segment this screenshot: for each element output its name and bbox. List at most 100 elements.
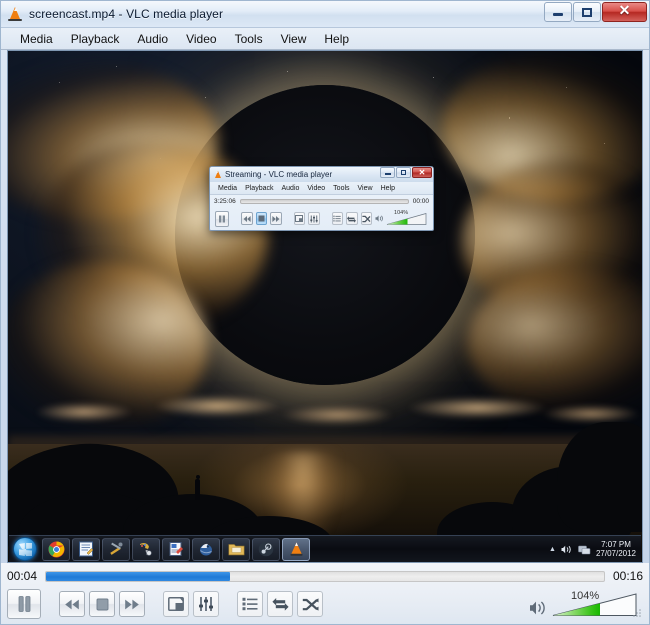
stop-button[interactable] [89,591,115,617]
menu-audio[interactable]: Audio [128,30,177,48]
inner-menubar: Media Playback Audio Video Tools View He… [210,182,433,195]
menu-playback[interactable]: Playback [62,30,129,48]
restore-button[interactable] [573,2,601,22]
loop-icon [272,597,289,612]
pause-button[interactable] [7,589,41,619]
inner-menu-playback[interactable]: Playback [241,185,277,192]
vlc-cone-icon [7,6,23,22]
elapsed-time[interactable]: 00:04 [7,569,37,583]
equalizer-icon [198,596,214,612]
inner-minimize-button[interactable] [380,167,395,178]
fullscreen-icon [168,597,184,611]
pause-icon [218,215,226,223]
previous-icon [64,599,80,610]
menu-video[interactable]: Video [177,30,225,48]
inner-seek-slider[interactable] [240,199,409,204]
steam-icon [258,541,274,557]
taskbar-item-chrome[interactable] [42,538,70,561]
speaker-icon[interactable] [529,599,547,617]
stop-icon [258,215,265,222]
inner-previous-button[interactable] [241,212,252,225]
playlist-icon [242,597,258,611]
minimize-icon [553,13,563,16]
random-button[interactable] [297,591,323,617]
paint-icon [138,541,154,557]
explorer-icon [228,542,245,556]
inner-restore-button[interactable] [396,167,411,178]
resize-grip-icon[interactable] [633,608,642,617]
inner-playlist-button[interactable] [332,212,343,225]
menu-help[interactable]: Help [315,30,358,48]
inner-extended-settings-button[interactable] [308,212,319,225]
menu-tools[interactable]: Tools [226,30,272,48]
speaker-icon[interactable] [375,214,384,223]
minimize-icon [385,173,391,175]
volume-percent-label: 104% [571,590,599,602]
taskbar-item-paint[interactable] [132,538,160,561]
tray-date: 27/07/2012 [596,549,636,558]
shuffle-icon [362,215,371,223]
seek-slider[interactable] [45,571,605,582]
inner-volume-control[interactable]: 104% [375,212,428,226]
inner-fullscreen-button[interactable] [294,212,305,225]
inner-window-title: Streaming - VLC media player [225,170,332,179]
inner-menu-audio[interactable]: Audio [277,185,303,192]
inner-window-controls: ✕ [380,167,432,178]
minimize-button[interactable] [544,2,572,22]
editor-icon [168,541,184,557]
tray-speaker-icon[interactable] [561,544,573,555]
inner-close-button[interactable]: ✕ [412,167,432,178]
inner-elapsed-time[interactable]: 3:25:06 [214,198,236,205]
tools-icon [108,541,124,557]
show-hidden-icons-button[interactable]: ▲ [549,546,556,553]
inner-menu-view[interactable]: View [354,185,377,192]
taskbar-item-thunderbird[interactable] [192,538,220,561]
previous-button[interactable] [59,591,85,617]
window-title: screencast.mp4 - VLC media player [29,7,223,21]
taskbar-item-editor[interactable] [162,538,190,561]
volume-control[interactable]: 104% [529,590,643,618]
next-button[interactable] [119,591,145,617]
taskbar-item-steam[interactable] [252,538,280,561]
inner-vlc-window[interactable]: Streaming - VLC media player ✕ Media Pla… [209,166,434,231]
inner-loop-button[interactable] [346,212,357,225]
inner-stop-button[interactable] [256,212,267,225]
taskbar-item-tools[interactable] [102,538,130,561]
inner-volume-percent: 104% [394,210,408,216]
vlc-main-window: screencast.mp4 - VLC media player ✕ Medi… [0,0,650,625]
fullscreen-button[interactable] [163,591,189,617]
video-display[interactable]: Streaming - VLC media player ✕ Media Pla… [7,50,643,563]
inner-menu-video[interactable]: Video [303,185,329,192]
close-button[interactable]: ✕ [602,2,647,22]
inner-volume-slider[interactable]: 104% [386,212,428,226]
seek-row: 00:04 00:16 [7,566,643,586]
close-icon: ✕ [419,169,426,177]
inner-controls-row: 104% [210,207,433,230]
loop-button[interactable] [267,591,293,617]
inner-seek-row: 3:25:06 00:00 [210,195,433,207]
seek-progress-fill [46,572,230,581]
loop-icon [347,215,356,223]
inner-menu-help[interactable]: Help [377,185,399,192]
windows-start-orb-icon[interactable] [13,537,37,561]
inner-pause-button[interactable] [215,211,229,227]
transport-controls: 104% [7,586,643,620]
inner-total-time[interactable]: 00:00 [413,198,429,205]
taskbar-item-notepad[interactable] [72,538,100,561]
total-time[interactable]: 00:16 [613,569,643,583]
menu-media[interactable]: Media [11,30,62,48]
menu-view[interactable]: View [272,30,316,48]
inner-menu-media[interactable]: Media [214,185,241,192]
extended-settings-button[interactable] [193,591,219,617]
taskbar-item-vlc[interactable] [282,538,310,561]
tray-network-icon[interactable] [578,544,591,555]
playlist-button[interactable] [237,591,263,617]
inner-random-button[interactable] [361,212,372,225]
inner-next-button[interactable] [270,212,281,225]
player-control-bar: 00:04 00:16 [1,563,649,624]
tray-clock[interactable]: 7:07 PM 27/07/2012 [596,540,636,558]
inner-menu-tools[interactable]: Tools [329,185,353,192]
taskbar-item-explorer[interactable] [222,538,250,561]
playlist-icon [333,215,341,222]
volume-slider[interactable]: 104% [551,590,639,618]
